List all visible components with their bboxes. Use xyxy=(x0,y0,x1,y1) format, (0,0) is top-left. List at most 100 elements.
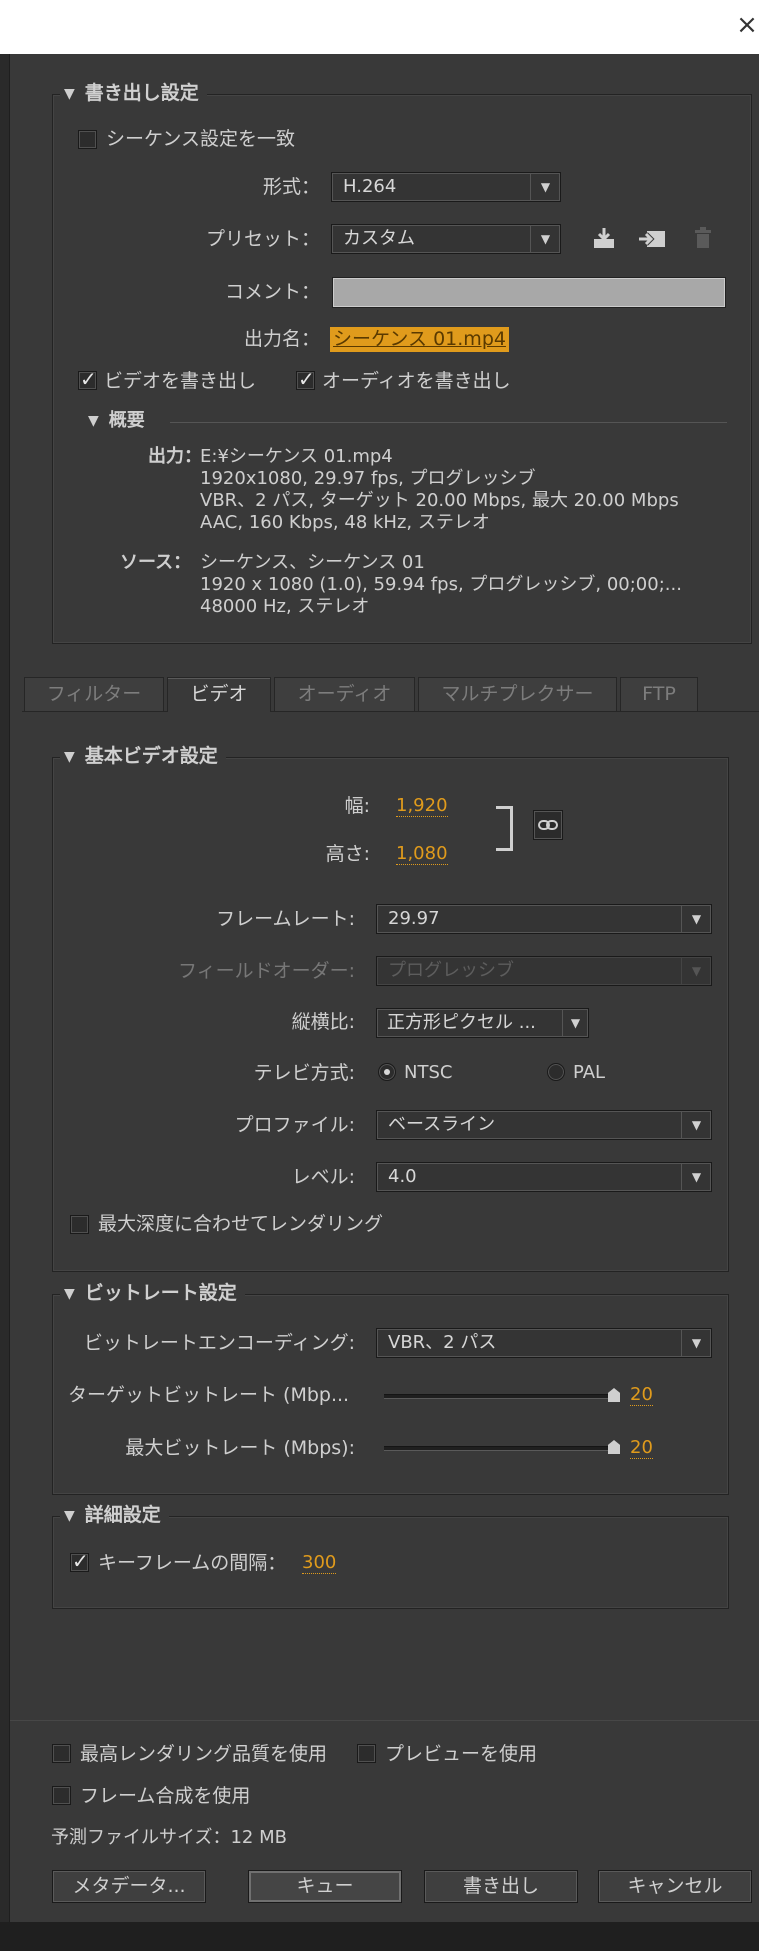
max-bitrate-label: 最大ビットレート (Mbps): xyxy=(125,1437,355,1459)
bitrate-header[interactable]: ▼ ビットレート設定 xyxy=(60,1281,245,1306)
export-video-checkbox[interactable] xyxy=(78,367,97,391)
framerate-value: 29.97 xyxy=(388,908,440,929)
export-audio-checkbox[interactable] xyxy=(296,367,315,391)
export-button[interactable]: 書き出し xyxy=(424,1870,578,1903)
output-name-link[interactable]: シーケンス 01.mp4 xyxy=(330,327,509,352)
import-preset-icon[interactable] xyxy=(637,225,667,251)
framerate-dropdown[interactable]: 29.97 ▼ xyxy=(376,904,712,934)
pal-label: PAL xyxy=(573,1062,606,1083)
framerate-label: フレームレート: xyxy=(216,908,355,930)
summary-source-label: ソース： xyxy=(120,552,192,573)
comment-label: コメント： xyxy=(224,281,320,303)
max-depth-checkbox[interactable] xyxy=(70,1215,89,1234)
preset-label: プリセット： xyxy=(205,228,320,250)
level-dropdown[interactable]: 4.0 ▼ xyxy=(376,1162,712,1192)
dropdown-arrow-icon: ▼ xyxy=(562,1009,588,1037)
left-edge-strip xyxy=(0,54,10,1922)
dropdown-arrow-icon: ▼ xyxy=(681,905,711,933)
encoding-value: VBR、2 パス xyxy=(388,1332,497,1353)
tab-multiplexer[interactable]: マルチプレクサー xyxy=(418,677,617,711)
level-label: レベル: xyxy=(291,1166,355,1188)
preset-dropdown[interactable]: カスタム ▼ xyxy=(331,224,561,254)
match-sequence-label: シーケンス設定を一致 xyxy=(106,128,296,150)
target-bitrate-slider[interactable] xyxy=(384,1394,619,1399)
max-depth-label: 最大深度に合わせてレンダリング xyxy=(98,1213,384,1235)
frame-blend-checkbox[interactable] xyxy=(52,1786,71,1805)
collapse-triangle-icon: ▼ xyxy=(64,1508,75,1524)
max-bitrate-slider[interactable] xyxy=(384,1446,619,1451)
encoding-dropdown[interactable]: VBR、2 パス ▼ xyxy=(376,1328,712,1358)
aspect-dropdown[interactable]: 正方形ピクセル ... ▼ xyxy=(376,1008,589,1038)
summary-source-line: 48000 Hz, ステレオ xyxy=(200,596,370,617)
tab-filters[interactable]: フィルター xyxy=(24,677,164,711)
collapse-triangle-icon: ▼ xyxy=(88,413,99,429)
pal-radio[interactable] xyxy=(547,1063,565,1081)
tv-standard-label: テレビ方式: xyxy=(253,1062,355,1084)
preset-value: カスタム xyxy=(343,228,415,249)
field-order-value: プログレッシブ xyxy=(388,960,514,981)
dropdown-arrow-icon: ▼ xyxy=(681,1163,711,1191)
summary-divider xyxy=(170,422,727,423)
summary-source-line: 1920 x 1080 (1.0), 59.94 fps, プログレッシブ, 0… xyxy=(200,574,682,595)
chain-link-icon xyxy=(538,820,558,830)
footer-divider xyxy=(10,1720,759,1721)
tab-bar-line xyxy=(22,711,759,712)
cancel-button[interactable]: キャンセル xyxy=(598,1870,752,1903)
height-value[interactable]: 1,080 xyxy=(396,843,448,865)
tab-ftp[interactable]: FTP xyxy=(620,677,698,711)
format-label: 形式： xyxy=(262,176,320,198)
use-preview-checkbox[interactable] xyxy=(357,1744,376,1763)
collapse-triangle-icon: ▼ xyxy=(64,1286,75,1302)
tab-video[interactable]: ビデオ xyxy=(167,677,271,712)
title-bar: × xyxy=(0,0,759,54)
keyframe-label: キーフレームの間隔： xyxy=(98,1552,287,1574)
delete-preset-icon[interactable] xyxy=(693,225,713,251)
comment-input[interactable] xyxy=(332,277,726,308)
output-name-label: 出力名： xyxy=(243,328,320,350)
max-quality-label: 最高レンダリング品質を使用 xyxy=(80,1743,328,1765)
profile-value: ベースライン xyxy=(388,1114,496,1135)
width-label: 幅: xyxy=(344,795,370,817)
dropdown-arrow-icon: ▼ xyxy=(681,957,711,985)
tab-audio[interactable]: オーディオ xyxy=(274,677,415,711)
summary-header[interactable]: ▼ 概要 xyxy=(88,409,145,433)
export-video-label: ビデオを書き出し xyxy=(104,370,257,392)
basic-video-header[interactable]: ▼ 基本ビデオ設定 xyxy=(60,744,226,769)
summary-source-line: シーケンス、シーケンス 01 xyxy=(200,552,425,573)
summary-output-line: E:¥シーケンス 01.mp4 xyxy=(200,446,393,467)
max-quality-checkbox[interactable] xyxy=(52,1744,71,1763)
format-value: H.264 xyxy=(343,176,397,197)
frame-blend-label: フレーム合成を使用 xyxy=(80,1785,251,1807)
queue-button[interactable]: キュー xyxy=(248,1870,402,1903)
encoding-label: ビットレートエンコーディング: xyxy=(83,1332,355,1354)
level-value: 4.0 xyxy=(388,1166,417,1187)
keyframe-value[interactable]: 300 xyxy=(302,1552,337,1574)
format-dropdown[interactable]: H.264 ▼ xyxy=(331,172,561,202)
height-label: 高さ: xyxy=(325,843,370,865)
ntsc-radio[interactable] xyxy=(378,1063,396,1081)
metadata-button[interactable]: メタデータ... xyxy=(52,1870,206,1903)
dropdown-arrow-icon: ▼ xyxy=(530,225,560,253)
close-icon[interactable]: × xyxy=(735,10,759,40)
max-bitrate-value[interactable]: 20 xyxy=(630,1437,653,1459)
aspect-label: 縦横比: xyxy=(291,1011,355,1033)
width-value[interactable]: 1,920 xyxy=(396,795,448,817)
keyframe-checkbox[interactable] xyxy=(70,1549,89,1573)
link-dimensions-button[interactable] xyxy=(533,810,563,840)
export-settings-header[interactable]: ▼ 書き出し設定 xyxy=(60,81,207,106)
profile-dropdown[interactable]: ベースライン ▼ xyxy=(376,1110,712,1140)
save-preset-icon[interactable] xyxy=(591,225,617,251)
summary-output-line: AAC, 160 Kbps, 48 kHz, ステレオ xyxy=(200,512,490,533)
use-preview-label: プレビューを使用 xyxy=(385,1743,538,1765)
aspect-value: 正方形ピクセル ... xyxy=(387,1012,536,1033)
match-sequence-checkbox[interactable] xyxy=(78,130,97,149)
estimated-file-size: 予測ファイルサイズ：12 MB xyxy=(51,1827,287,1848)
bottom-bar xyxy=(0,1922,759,1951)
dropdown-arrow-icon: ▼ xyxy=(530,173,560,201)
dropdown-arrow-icon: ▼ xyxy=(681,1111,711,1139)
ntsc-label: NTSC xyxy=(404,1062,453,1083)
summary-output-line: 1920x1080, 29.97 fps, プログレッシブ xyxy=(200,468,536,489)
target-bitrate-value[interactable]: 20 xyxy=(630,1384,653,1406)
advanced-header[interactable]: ▼ 詳細設定 xyxy=(60,1503,169,1528)
link-bracket xyxy=(496,806,513,851)
